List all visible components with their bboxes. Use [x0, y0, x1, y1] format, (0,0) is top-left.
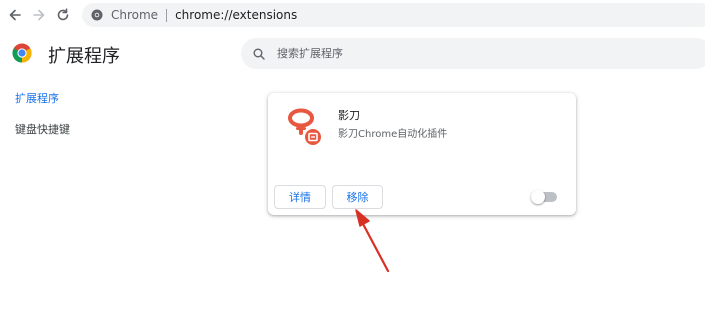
extension-card: 影刀 影刀Chrome自动化插件 详情 移除 [268, 93, 576, 215]
search-box[interactable] [241, 38, 705, 69]
extension-description: 影刀Chrome自动化插件 [338, 129, 448, 140]
extensions-page: Chrome chrome://extensions 扩展程序 扩展程序 键盘快… [0, 0, 705, 327]
page-title: 扩展程序 [48, 46, 120, 67]
url-text[interactable]: chrome://extensions [175, 8, 297, 22]
chrome-logo-icon [12, 43, 32, 63]
browser-toolbar: Chrome chrome://extensions [0, 0, 705, 30]
forward-arrow-icon[interactable] [30, 6, 48, 24]
address-separator [166, 8, 168, 22]
extension-name: 影刀 [338, 109, 360, 122]
address-bar[interactable]: Chrome chrome://extensions [82, 3, 705, 27]
sidebar-item-keyboard-shortcuts[interactable]: 键盘快捷键 [15, 121, 70, 137]
search-icon [253, 47, 267, 61]
remove-button[interactable]: 移除 [332, 185, 383, 209]
reload-icon[interactable] [54, 6, 72, 24]
page-header: 扩展程序 [0, 30, 705, 78]
back-arrow-icon[interactable] [6, 6, 24, 24]
search-input[interactable] [277, 47, 657, 60]
details-button[interactable]: 详情 [274, 185, 326, 209]
chrome-site-icon [90, 8, 104, 22]
toggle-knob [531, 190, 545, 204]
sidebar-item-extensions[interactable]: 扩展程序 [15, 90, 59, 106]
extension-enable-toggle[interactable] [531, 190, 557, 204]
site-name: Chrome [111, 8, 159, 22]
extension-logo-icon [288, 108, 321, 145]
